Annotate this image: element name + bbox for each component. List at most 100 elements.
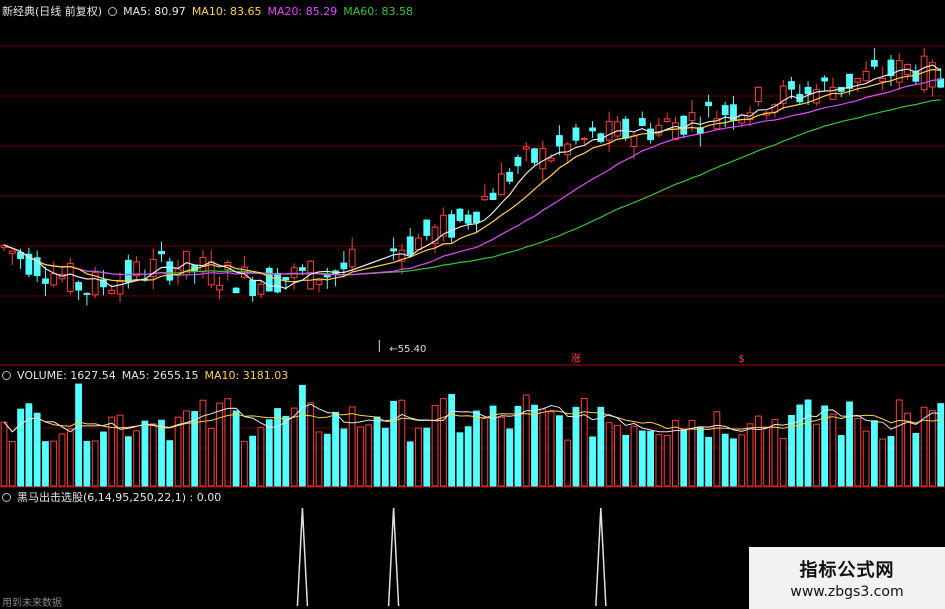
candle-body: [672, 122, 679, 141]
volume-bar: [854, 418, 862, 487]
candle-body: [663, 118, 671, 123]
volume-bar: [149, 423, 157, 487]
volume-bar: [340, 428, 348, 487]
candle-body: [870, 59, 878, 67]
indicator-settings-circle-icon[interactable]: [2, 492, 11, 502]
chart-canvas: ←55.40 涨 $: [0, 45, 945, 607]
volume-bar: [746, 423, 754, 487]
volume-bar: [705, 436, 713, 487]
candle-body: [721, 105, 729, 116]
candle-body: [754, 86, 762, 103]
candle-body: [862, 70, 870, 82]
volume-bar: [614, 424, 621, 487]
watermark-url: www.zbgs3.com: [790, 584, 904, 600]
volume-bar: [779, 438, 787, 487]
volume-bar: [895, 399, 903, 487]
candle-body: [257, 283, 265, 295]
volume-bar: [141, 420, 149, 487]
volume-bar: [572, 406, 580, 487]
indicator-spike: [387, 507, 400, 607]
volume-settings-circle-icon[interactable]: [2, 371, 11, 380]
candle-body: [124, 259, 132, 283]
watermark-title: 指标公式网: [799, 560, 895, 581]
candle-body: [680, 115, 688, 135]
volume-bar: [257, 427, 265, 487]
volume-bar: [166, 440, 174, 487]
candle-body: [340, 262, 348, 270]
candle-body: [788, 81, 795, 90]
volume-bar: [232, 410, 240, 487]
volume-bar: [522, 394, 530, 487]
volume-bar: [846, 401, 853, 487]
volume-bar: [42, 441, 49, 487]
candle-body: [489, 192, 497, 201]
volume-bar: [713, 411, 721, 487]
volume-bar: [216, 402, 223, 487]
volume-bar: [398, 399, 406, 487]
volume-bar: [622, 434, 630, 487]
volume-bar: [17, 408, 24, 487]
volume-bar: [274, 408, 281, 487]
candle-body: [50, 273, 58, 286]
volume-bar: [630, 425, 638, 487]
candle-body: [497, 173, 505, 196]
volume-bar: [50, 440, 58, 487]
volume-bar: [796, 404, 804, 487]
volume-bar: [481, 416, 489, 487]
volume-bar: [721, 433, 729, 487]
price-title[interactable]: 新经典(日线 前复权): [2, 3, 102, 19]
volume-bar: [100, 431, 107, 487]
volume-bar: [315, 431, 323, 487]
ma20-readout: MA20: 85.29: [267, 4, 338, 18]
volume-bar: [66, 428, 74, 487]
ma10-readout: MA10: 83.65: [191, 4, 262, 18]
candle-body: [282, 277, 290, 281]
volume-bar: [406, 441, 414, 487]
settings-circle-icon[interactable]: [108, 6, 118, 16]
candle-body: [75, 282, 83, 291]
candle-body: [804, 86, 812, 95]
stock-chart-window: ←55.40 涨 $ 新经典(日线 前复权) MA5: 80.97 MA10: 83…: [0, 0, 945, 609]
candle-body: [299, 267, 306, 271]
volume-bar: [870, 420, 878, 487]
candle-body: [647, 128, 654, 141]
candle-body: [555, 135, 563, 147]
candle-body: [622, 118, 630, 139]
candle-body: [638, 118, 646, 126]
volume-bar: [555, 415, 563, 487]
volume-bar: [323, 433, 331, 487]
volume-bar: [655, 434, 663, 487]
low-price-label: ←55.40: [389, 344, 426, 355]
volume-bar: [531, 404, 538, 487]
indicator-spike: [296, 507, 309, 607]
volume-bar: [116, 414, 124, 487]
volume-bar: [299, 384, 306, 487]
candle-body: [655, 124, 663, 136]
ma5-line: [3, 64, 942, 290]
volume-bar: [464, 426, 472, 487]
volume-bar: [207, 428, 215, 487]
candle-body: [390, 248, 398, 252]
volume-bar: [158, 419, 165, 487]
candle-body: [846, 73, 853, 89]
indicator-panel-header: 黑马出击选股(6,14,95,250,22,1) : 0.00: [2, 489, 221, 505]
volume-bar: [199, 399, 207, 487]
volume-bar: [415, 427, 422, 487]
volume-bar: [456, 432, 464, 487]
indicator-spike: [595, 507, 607, 607]
candle-body: [415, 237, 422, 250]
volume-bar: [763, 427, 771, 487]
candle-body: [514, 156, 522, 167]
candle-body: [630, 135, 638, 147]
volume-bar: [804, 399, 812, 487]
volume-bar: [696, 426, 704, 487]
volume-bar: [754, 415, 762, 487]
candle-body: [315, 279, 323, 285]
volume-bar: [688, 420, 696, 487]
volume-bar: [663, 434, 671, 487]
volume-ma5-readout: MA5: 2655.15: [121, 369, 199, 382]
signal-annotation: 涨: [571, 353, 581, 365]
volume-bar: [423, 427, 431, 487]
candle-body: [589, 127, 596, 132]
candle-body: [216, 284, 223, 291]
